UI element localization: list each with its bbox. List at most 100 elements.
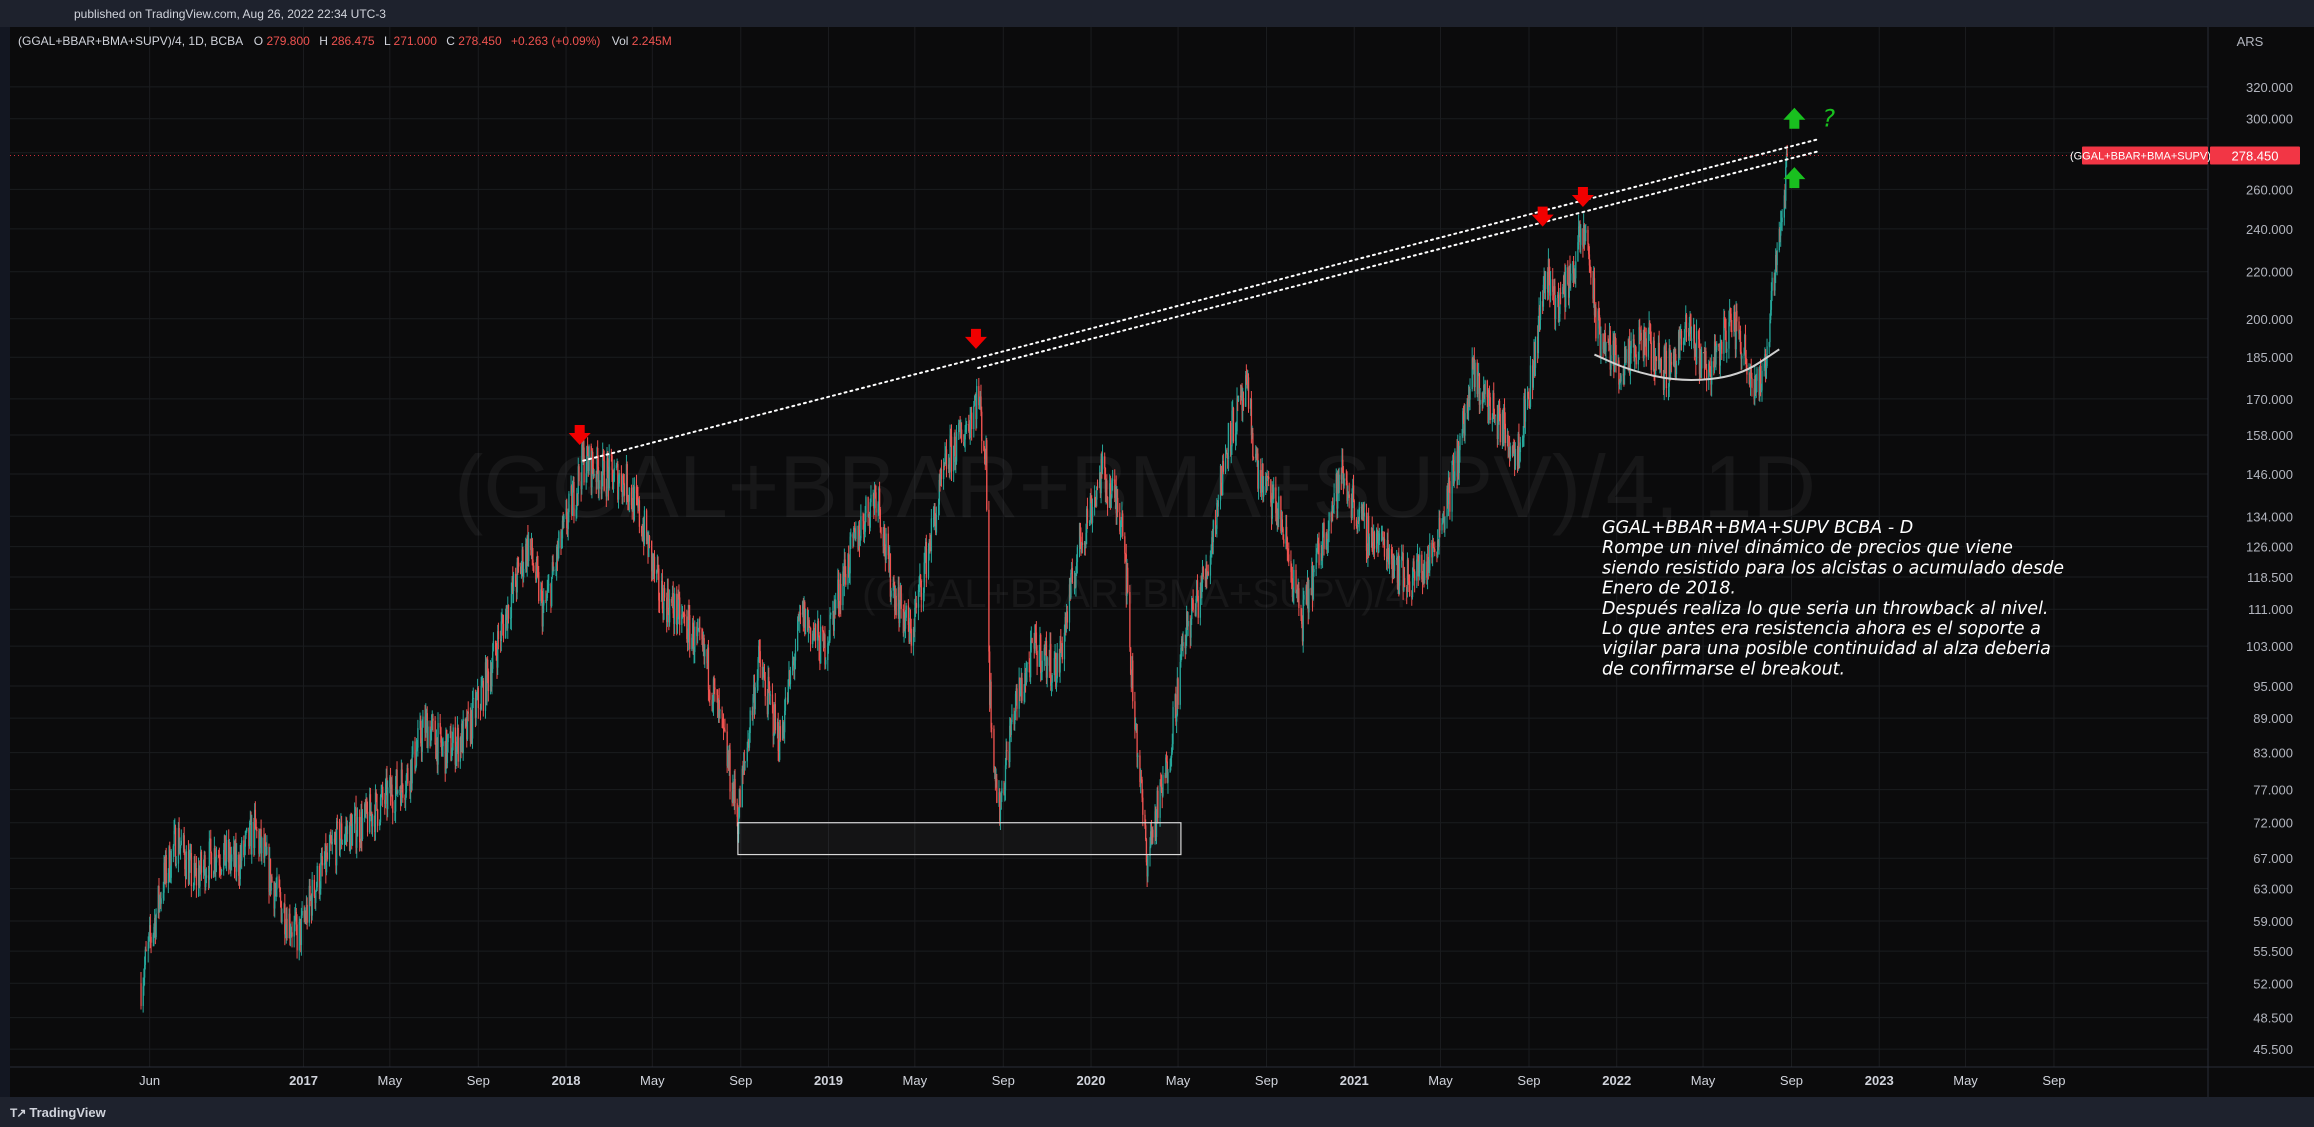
price-tick-label: 111.000 (2248, 602, 2293, 617)
candle-body (628, 488, 631, 502)
candle-body (870, 494, 872, 503)
candle-body (1247, 377, 1250, 409)
candle-body (1242, 398, 1245, 407)
candle-body (1680, 330, 1683, 345)
candle-body (1514, 449, 1517, 470)
price-tick-label: 220.000 (2246, 265, 2293, 280)
candle-body (658, 600, 661, 602)
price-tick-label: 158.000 (2246, 428, 2293, 443)
candle-body (1761, 370, 1763, 391)
candle-body (1086, 508, 1089, 523)
candle-body (528, 538, 530, 562)
candle-body (291, 932, 293, 937)
candle-body (256, 829, 258, 832)
candle (993, 725, 995, 773)
candle (1177, 677, 1179, 710)
candle-body (1393, 560, 1396, 571)
candle-body (973, 400, 976, 406)
candle-body (1263, 486, 1265, 497)
chart-frame[interactable]: (GGAL+BBAR+BMA+SUPV)/4, 1D (GGAL+BBAR+BM… (10, 27, 2314, 1097)
candle-body (845, 573, 847, 585)
candle-body (1771, 277, 1773, 291)
candle-body (1695, 331, 1698, 364)
candle-body (679, 597, 681, 625)
candle-body (1630, 340, 1632, 354)
candle-body (1283, 539, 1285, 544)
price-tick-label: 103.000 (2246, 639, 2293, 654)
candle-body (401, 769, 403, 785)
price-chart[interactable]: (GGAL+BBAR+BMA+SUPV)/4, 1D (GGAL+BBAR+BM… (10, 27, 2314, 1097)
candle-body (699, 627, 701, 630)
candle (482, 678, 485, 717)
candle-body (200, 851, 203, 873)
candle (551, 576, 553, 608)
candle-body (1549, 279, 1552, 296)
support-box (737, 822, 1182, 856)
candle-body (361, 817, 364, 840)
candle-body (517, 562, 520, 567)
candle-body (1106, 480, 1108, 497)
candle-body (492, 651, 494, 669)
candle-body (643, 510, 646, 545)
candle-body (598, 480, 600, 489)
candle-body (593, 474, 595, 476)
candle-body (356, 816, 359, 837)
candle-body (1580, 228, 1582, 245)
candle-body (794, 650, 797, 661)
candle-body (1050, 643, 1052, 686)
candle-body (925, 541, 928, 578)
candle-body (611, 455, 613, 470)
candle (988, 500, 990, 663)
candle-body (553, 569, 555, 572)
candle-body (1368, 536, 1371, 556)
candle-body (1348, 494, 1350, 498)
candle-body (140, 983, 142, 1006)
question-mark: ? (1822, 105, 1835, 133)
candle-body (1554, 297, 1557, 320)
candle-body (1637, 359, 1640, 365)
candle-body (480, 685, 482, 710)
candle-body (281, 912, 283, 922)
candle-body (1615, 344, 1617, 364)
candle-body (492, 641, 495, 652)
candle-body (759, 651, 761, 667)
candle-body (865, 497, 867, 514)
candle-body (1635, 354, 1637, 365)
candle-body (935, 514, 938, 533)
candle-body (1217, 500, 1220, 507)
candle-body (1157, 790, 1159, 818)
candle-body (1011, 714, 1013, 723)
candle-body (271, 876, 273, 883)
candle-body (638, 500, 641, 527)
candle-body (236, 854, 238, 872)
candle-body (1177, 678, 1179, 705)
candle-body (674, 593, 676, 624)
candle-body (417, 728, 419, 748)
candle-body (276, 876, 278, 890)
candle-body (1132, 660, 1134, 702)
candle-body (546, 590, 549, 599)
candle-body (1159, 782, 1161, 818)
candle-body (1046, 657, 1048, 678)
candle-body (1053, 658, 1056, 676)
candle-body (359, 816, 361, 843)
price-tick-label: 320.000 (2246, 80, 2293, 95)
candle-body (533, 565, 535, 572)
candle-body (910, 628, 912, 646)
candle-body (1544, 271, 1547, 290)
candle-body (1716, 343, 1718, 351)
candle-body (1358, 507, 1360, 522)
candle-body (1736, 310, 1738, 322)
candle-body (915, 602, 917, 608)
candle-body (721, 710, 723, 718)
candle-body (339, 839, 341, 851)
candle-body (707, 647, 710, 690)
candle-body (885, 533, 887, 560)
candle-body (808, 619, 810, 627)
price-axis-currency: ARS (2237, 34, 2264, 49)
candle-body (1660, 358, 1663, 371)
candle-body (981, 411, 983, 442)
candle-body (1507, 435, 1509, 449)
candle-body (724, 729, 726, 732)
candle-body (487, 671, 490, 692)
